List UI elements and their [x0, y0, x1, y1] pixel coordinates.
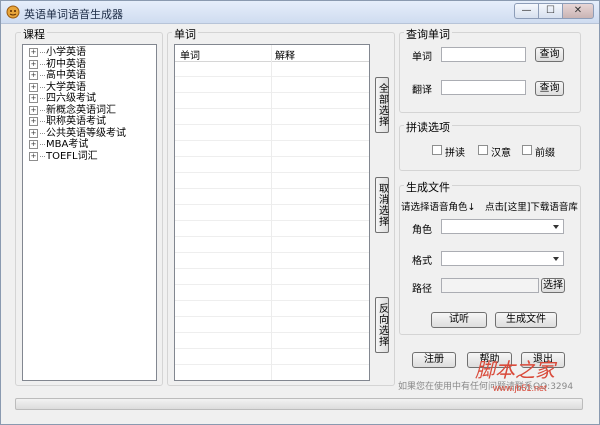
- maximize-button[interactable]: ☐: [538, 3, 563, 19]
- word-label: 单词: [412, 52, 432, 63]
- listen-button[interactable]: 试听: [431, 312, 487, 328]
- close-button[interactable]: ✕: [562, 3, 594, 19]
- generate-file-button[interactable]: 生成文件: [495, 312, 557, 328]
- meaning-checkbox[interactable]: [478, 145, 488, 155]
- expand-icon[interactable]: +: [29, 128, 38, 138]
- words-group: 单词 单词 解释 全部选择 取消选择 反向选择: [167, 26, 395, 386]
- title-bar: 英语单词语音生成器 — ☐ ✕: [1, 1, 599, 24]
- prefix-checkbox[interactable]: [522, 145, 532, 155]
- format-select[interactable]: [441, 251, 564, 266]
- expand-icon[interactable]: +: [29, 94, 38, 104]
- column-divider: [271, 45, 272, 380]
- window-title: 英语单词语音生成器: [24, 8, 123, 21]
- expand-icon[interactable]: +: [29, 117, 38, 127]
- role-hint: 请选择语音角色↓: [401, 202, 476, 213]
- app-icon: [6, 5, 20, 19]
- expand-icon[interactable]: +: [29, 140, 38, 150]
- expand-icon[interactable]: +: [29, 105, 38, 115]
- download-voice-link[interactable]: 点击[这里]下载语音库: [485, 199, 578, 213]
- spell-checkbox[interactable]: [432, 145, 442, 155]
- chevron-down-icon: [553, 257, 559, 261]
- choose-path-button[interactable]: 选择: [541, 278, 565, 293]
- word-table-body[interactable]: [175, 61, 369, 380]
- course-group: 课程 + 小学英语 + 初中英语 + 高中英语 + 大学英语 + 四六级考试 + 新概念英语…: [15, 26, 163, 386]
- translation-label: 翻译: [412, 85, 432, 96]
- word-table[interactable]: 单词 解释: [174, 44, 370, 381]
- register-button[interactable]: 注册: [412, 352, 456, 368]
- tree-item[interactable]: + 职称英语考试: [29, 116, 126, 128]
- query-word-button[interactable]: 查询: [535, 47, 564, 62]
- word-input[interactable]: [441, 47, 526, 62]
- tree-item[interactable]: + 新概念英语词汇: [29, 105, 126, 117]
- tree-item[interactable]: + 初中英语: [29, 59, 126, 71]
- spell-label: 拼读: [445, 148, 465, 159]
- generate-group: 生成文件 请选择语音角色↓ 点击[这里]下载语音库 角色 格式 路径 选择 试听…: [399, 179, 581, 335]
- select-all-button[interactable]: 全部选择: [375, 77, 389, 133]
- column-header-meaning[interactable]: 解释: [275, 47, 295, 62]
- tree-item[interactable]: + 高中英语: [29, 70, 126, 82]
- spell-options-group: 拼读选项 拼读 汉意 前缀: [399, 119, 581, 171]
- role-select[interactable]: [441, 219, 564, 234]
- chevron-down-icon: [553, 225, 559, 229]
- tree-item[interactable]: + 公共英语等级考试: [29, 128, 126, 140]
- query-group-title: 查询单词: [404, 26, 452, 42]
- svg-text:脚本之家: 脚本之家: [475, 358, 558, 382]
- format-label: 格式: [412, 256, 432, 267]
- column-header-word[interactable]: 单词: [180, 47, 200, 62]
- minimize-button[interactable]: —: [514, 3, 539, 19]
- prefix-label: 前缀: [535, 148, 555, 159]
- tree-item[interactable]: + MBA考试: [29, 139, 126, 151]
- meaning-label: 汉意: [491, 148, 511, 159]
- course-tree[interactable]: + 小学英语 + 初中英语 + 高中英语 + 大学英语 + 四六级考试 + 新概念英语词汇 …: [22, 44, 157, 381]
- generate-group-title: 生成文件: [404, 179, 452, 195]
- tree-item[interactable]: + 四六级考试: [29, 93, 126, 105]
- course-group-title: 课程: [21, 26, 47, 42]
- path-input[interactable]: [441, 278, 539, 293]
- expand-icon[interactable]: +: [29, 59, 38, 69]
- tree-item[interactable]: + 小学英语: [29, 47, 126, 59]
- word-table-header: 单词 解释: [175, 45, 369, 62]
- invert-selection-button[interactable]: 反向选择: [375, 297, 389, 353]
- query-translation-button[interactable]: 查询: [535, 81, 564, 96]
- expand-icon[interactable]: +: [29, 48, 38, 58]
- role-label: 角色: [412, 225, 432, 236]
- expand-icon[interactable]: +: [29, 151, 38, 161]
- path-label: 路径: [412, 284, 432, 295]
- progress-bar: [15, 398, 583, 410]
- translation-input[interactable]: [441, 80, 526, 95]
- expand-icon[interactable]: +: [29, 71, 38, 81]
- words-group-title: 单词: [172, 26, 198, 42]
- tree-item[interactable]: + 大学英语: [29, 82, 126, 94]
- main-window: 英语单词语音生成器 — ☐ ✕ 课程 + 小学英语 + 初中英语 + 高中英语 + 大学…: [0, 0, 600, 425]
- deselect-button[interactable]: 取消选择: [375, 177, 389, 233]
- svg-text:www.jb51.net: www.jb51.net: [492, 383, 547, 393]
- site-watermark: 脚本之家 www.jb51.net: [475, 358, 558, 393]
- expand-icon[interactable]: +: [29, 82, 38, 92]
- spell-options-title: 拼读选项: [404, 119, 452, 135]
- query-group: 查询单词 单词 查询 翻译 查询: [399, 26, 581, 113]
- tree-item[interactable]: + TOEFL词汇: [29, 151, 126, 163]
